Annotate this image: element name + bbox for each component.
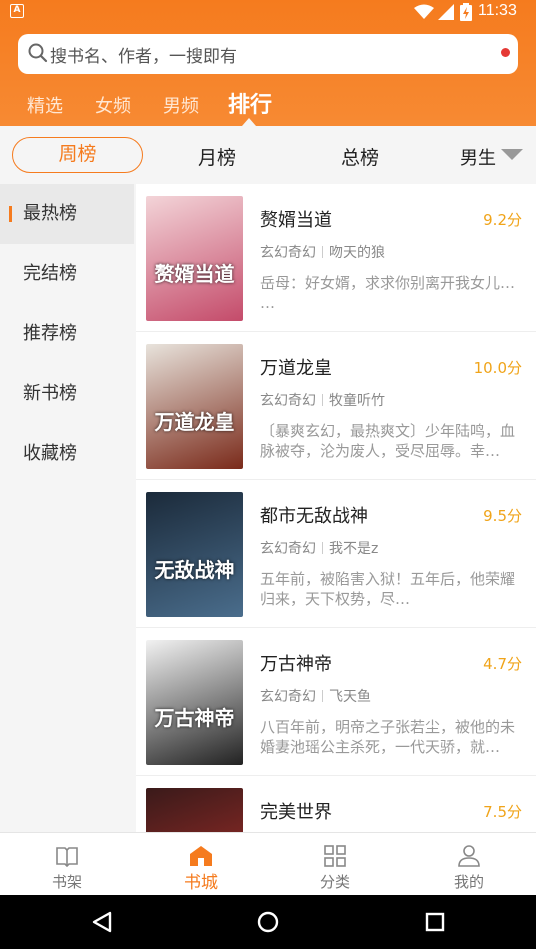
nav-label: 我的 [453, 873, 484, 891]
book-title: 万古神帝 [260, 654, 332, 675]
side-item-label: 新书榜 [23, 383, 77, 404]
nav-bookshelf[interactable]: 书架 [0, 833, 134, 896]
book-item[interactable]: 万古神帝 万古神帝 4.7分 玄幻奇幻 飞天鱼 八百年前，明帝之子张若尘，被他的未… [136, 628, 536, 776]
signal-icon [438, 4, 454, 20]
book-author: 飞天鱼 [329, 689, 371, 705]
book-genre: 玄幻奇幻 [260, 245, 316, 261]
store-icon [190, 846, 212, 866]
user-icon [458, 845, 480, 867]
book-description: 岳母：好女婿，求求你别离开我女儿… … [260, 274, 516, 312]
book-list[interactable]: 赘婿当道 赘婿当道 9.2分 玄幻奇幻 吻天的狼 岳母：好女婿，求求你别离开我女儿… [136, 184, 536, 832]
book-author: 吻天的狼 [329, 245, 385, 261]
side-item-label: 收藏榜 [23, 443, 77, 464]
book-cover: 赘婿当道 [146, 196, 243, 321]
book-title: 赘婿当道 [260, 210, 332, 231]
book-author: 我不是z [329, 541, 379, 557]
book-author: 牧童听竹 [329, 393, 385, 409]
book-cover: 无敌战神 [146, 492, 243, 617]
side-item-new[interactable]: 新书榜 [0, 364, 134, 424]
book-cover: 万古神帝 [146, 640, 243, 765]
side-item-hot[interactable]: 最热榜 [0, 184, 134, 244]
recents-icon[interactable] [423, 910, 447, 934]
side-item-favorites[interactable]: 收藏榜 [0, 424, 134, 484]
book-title: 万道龙皇 [260, 358, 332, 379]
cover-title-text: 赘婿当道 [154, 262, 235, 286]
book-meta: 玄幻奇幻 飞天鱼 [260, 686, 371, 706]
search-icon [28, 43, 48, 63]
side-item-label: 完结榜 [23, 263, 77, 284]
gender-filter[interactable]: 男生 [460, 144, 496, 170]
tab-jingxuan[interactable]: 精选 [27, 92, 63, 118]
cover-title-text: 无敌战神 [154, 558, 235, 582]
nav-category[interactable]: 分类 [268, 833, 402, 896]
top-tabs: 精选 女频 男频 排行 [0, 84, 536, 126]
book-score: 10.0分 [473, 359, 522, 377]
side-menu: 最热榜 完结榜 推荐榜 新书榜 收藏榜 [0, 184, 134, 832]
book-item[interactable]: 无敌战神 都市无敌战神 9.5分 玄幻奇幻 我不是z 五年前，被陷害入狱！五年后，… [136, 480, 536, 628]
book-description: 〔暴爽玄幻，最热爽文〕少年陆鸣，血脉被夺，沦为废人，受尽屈辱。幸… [260, 422, 516, 460]
app-notification-icon: A [10, 4, 24, 18]
book-score: 7.5分 [483, 803, 522, 821]
rank-tab-monthly[interactable]: 月榜 [198, 143, 236, 170]
clock: 11:33 [478, 2, 517, 19]
active-indicator [9, 206, 12, 222]
tab-nanpin[interactable]: 男频 [163, 92, 199, 118]
nav-label: 分类 [319, 873, 350, 891]
status-bar: A 11:33 [0, 0, 536, 24]
book-genre: 玄幻奇幻 [260, 393, 316, 409]
book-meta: 玄幻奇幻 我不是z [260, 538, 378, 558]
book-score: 9.2分 [483, 211, 522, 229]
search-bar[interactable]: 搜书名、作者，一搜即有 [18, 34, 518, 74]
book-genre: 玄幻奇幻 [260, 541, 316, 557]
book-title: 都市无敌战神 [260, 506, 368, 527]
nav-profile[interactable]: 我的 [402, 833, 536, 896]
rank-tab-weekly[interactable]: 周榜 [12, 137, 143, 173]
book-genre: 玄幻奇幻 [260, 689, 316, 705]
nav-label: 书城 [184, 873, 218, 893]
header: A 11:33 搜书名、作者，一搜即有 精选 女频 男频 排行 [0, 0, 536, 126]
side-item-recommended[interactable]: 推荐榜 [0, 304, 134, 364]
book-meta: 玄幻奇幻 吻天的狼 [260, 242, 385, 262]
wifi-icon [414, 4, 434, 19]
system-nav-bar [0, 895, 536, 949]
dropdown-arrow-icon[interactable] [501, 149, 523, 160]
tab-nvpin[interactable]: 女频 [95, 92, 131, 118]
home-icon[interactable] [256, 910, 280, 934]
screen: A 11:33 搜书名、作者，一搜即有 精选 女频 男频 排行 周榜 月榜 总榜… [0, 0, 536, 949]
side-item-label: 推荐榜 [23, 323, 77, 344]
side-item-label: 最热榜 [23, 203, 77, 224]
book-icon [56, 847, 78, 867]
book-cover [146, 788, 243, 832]
notification-dot [501, 48, 510, 57]
cover-title-text: 万古神帝 [154, 706, 235, 730]
book-item[interactable]: 万道龙皇 万道龙皇 10.0分 玄幻奇幻 牧童听竹 〔暴爽玄幻，最热爽文〕少年陆鸣… [136, 332, 536, 480]
cover-title-text: 万道龙皇 [154, 410, 235, 434]
book-score: 4.7分 [483, 655, 522, 673]
book-item[interactable]: 完美世界 7.5分 [136, 776, 536, 832]
rank-tab-total[interactable]: 总榜 [341, 143, 379, 170]
back-icon[interactable] [90, 910, 114, 934]
book-meta: 玄幻奇幻 牧童听竹 [260, 390, 385, 410]
book-description: 八百年前，明帝之子张若尘，被他的未婚妻池瑶公主杀死，一代天骄，就… [260, 718, 516, 756]
bottom-nav: 书架 书城 分类 我的 [0, 832, 536, 895]
book-title: 完美世界 [260, 802, 332, 823]
side-item-completed[interactable]: 完结榜 [0, 244, 134, 304]
rank-tabs: 周榜 月榜 总榜 男生 [0, 126, 536, 184]
nav-label: 书架 [51, 873, 82, 891]
grid-icon [324, 845, 346, 867]
book-item[interactable]: 赘婿当道 赘婿当道 9.2分 玄幻奇幻 吻天的狼 岳母：好女婿，求求你别离开我女儿… [136, 184, 536, 332]
book-score: 9.5分 [483, 507, 522, 525]
nav-bookstore[interactable]: 书城 [134, 833, 268, 896]
tab-paihang[interactable]: 排行 [228, 87, 272, 119]
book-description: 五年前，被陷害入狱！五年后，他荣耀归来，天下权势，尽… [260, 570, 516, 608]
search-placeholder: 搜书名、作者，一搜即有 [50, 47, 237, 67]
active-tab-indicator [242, 118, 256, 126]
battery-icon [460, 3, 472, 21]
book-cover: 万道龙皇 [146, 344, 243, 469]
